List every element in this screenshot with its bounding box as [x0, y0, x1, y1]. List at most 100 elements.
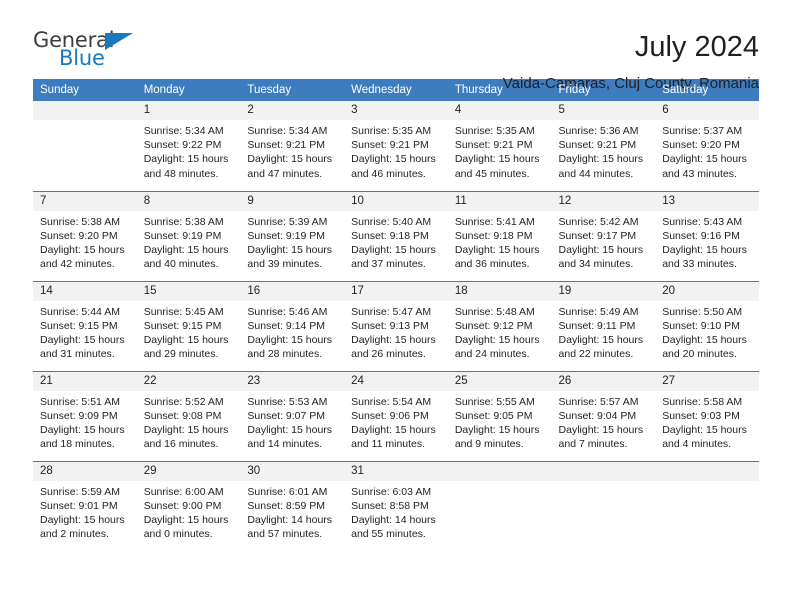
sunrise-text: Sunrise: 5:51 AM [40, 395, 120, 408]
calendar-day-cell[interactable]: 26 Sunrise: 5:57 AM Sunset: 9:04 PM Dayligh… [551, 370, 656, 461]
sunset-text: Sunset: 9:15 PM [143, 319, 222, 332]
day-number: 12 [551, 191, 656, 211]
calendar-day-cell[interactable]: 12 Sunrise: 5:42 AM Sunset: 9:17 PM Dayligh… [551, 190, 656, 281]
day-number: 31 [344, 461, 448, 481]
location-subtitle: Vaida-Camaras, Cluj County, Romania [502, 75, 759, 92]
daylight-text-line1: Daylight: 15 hours [662, 153, 747, 166]
day-number: 19 [551, 281, 656, 301]
daylight-text-line2: and 14 minutes. [247, 438, 323, 451]
sunrise-text: Sunrise: 5:52 AM [143, 395, 224, 408]
daylight-text-line1: Daylight: 14 hours [247, 513, 333, 526]
calendar-day-cell[interactable]: 20 Sunrise: 5:50 AM Sunset: 9:10 PM Dayligh… [655, 280, 759, 371]
sunrise-text: Sunrise: 5:53 AM [247, 395, 328, 408]
sunset-text: Sunset: 9:08 PM [143, 409, 222, 422]
calendar-day-cell[interactable]: 16 Sunrise: 5:46 AM Sunset: 9:14 PM Dayligh… [240, 280, 345, 371]
calendar-day-cell[interactable]: 7 Sunrise: 5:38 AM Sunset: 9:20 PM Daylight… [33, 190, 137, 281]
calendar-day-cell[interactable]: 9 Sunrise: 5:39 AM Sunset: 9:19 PM Daylight… [240, 190, 345, 281]
calendar-day-cell[interactable]: 3 Sunrise: 5:35 AM Sunset: 9:21 PM Daylight… [344, 101, 448, 191]
day-details: Sunrise: 5:37 AM Sunset: 9:20 PM Daylight:… [655, 120, 759, 181]
sunset-text: Sunset: 9:20 PM [662, 139, 740, 152]
daylight-text-line2: and 40 minutes. [143, 258, 219, 271]
calendar-day-cell[interactable]: 8 Sunrise: 5:38 AM Sunset: 9:19 PM Daylight… [136, 190, 241, 281]
calendar-day-cell[interactable]: 2 Sunrise: 5:34 AM Sunset: 9:21 PM Daylight… [240, 101, 345, 191]
daylight-text-line2: and 55 minutes. [351, 528, 426, 541]
calendar-day-cell[interactable]: 10 Sunrise: 5:40 AM Sunset: 9:18 PM Dayligh… [344, 190, 448, 281]
daylight-text-line1: Daylight: 15 hours [558, 423, 644, 436]
calendar-day-cell[interactable]: 11 Sunrise: 5:41 AM Sunset: 9:18 PM Dayligh… [447, 190, 552, 281]
sunset-text: Sunset: 9:21 PM [351, 139, 429, 152]
calendar-day-cell[interactable]: 21 Sunrise: 5:51 AM Sunset: 9:09 PM Dayligh… [33, 370, 137, 461]
calendar-day-cell[interactable]: 5 Sunrise: 5:36 AM Sunset: 9:21 PM Daylight… [551, 101, 656, 191]
day-number: 16 [240, 281, 345, 301]
calendar-week-row: 28 Sunrise: 5:59 AM Sunset: 9:01 PM Dayligh… [33, 460, 759, 551]
calendar-day-cell[interactable]: 6 Sunrise: 5:37 AM Sunset: 9:20 PM Daylight… [655, 101, 759, 191]
day-number: 6 [655, 101, 759, 120]
calendar-day-cell[interactable]: 18 Sunrise: 5:48 AM Sunset: 9:12 PM Dayligh… [447, 280, 552, 371]
calendar-day-cell[interactable]: 1 Sunrise: 5:34 AM Sunset: 9:22 PM Daylight… [136, 101, 241, 191]
sunrise-text: Sunrise: 5:35 AM [454, 125, 535, 137]
sunrise-sunset-calendar: Sunday Monday Tuesday Wednesday Thursday Frid… [33, 79, 759, 551]
calendar-day-cell[interactable]: 22 Sunrise: 5:52 AM Sunset: 9:08 PM Dayligh… [136, 370, 241, 461]
day-details: Sunrise: 5:54 AM Sunset: 9:06 PM Daylight:… [344, 391, 448, 452]
day-details: Sunrise: 5:50 AM Sunset: 9:10 PM Daylight:… [655, 301, 759, 362]
calendar-day-cell[interactable]: 30 Sunrise: 6:01 AM Sunset: 8:59 PM Dayligh… [240, 460, 345, 551]
day-number: 15 [136, 281, 241, 301]
sunset-text: Sunset: 9:18 PM [454, 229, 533, 242]
calendar-day-cell[interactable]: 23 Sunrise: 5:53 AM Sunset: 9:07 PM Dayligh… [240, 370, 345, 461]
calendar-day-cell-empty [551, 460, 656, 551]
daylight-text-line2: and 11 minutes. [351, 438, 426, 451]
calendar-day-cell[interactable]: 4 Sunrise: 5:35 AM Sunset: 9:21 PM Daylight… [447, 101, 552, 191]
calendar-day-cell[interactable]: 29 Sunrise: 6:00 AM Sunset: 9:00 PM Dayligh… [136, 460, 241, 551]
sunrise-text: Sunrise: 5:37 AM [662, 125, 743, 137]
day-details: Sunrise: 6:03 AM Sunset: 8:58 PM Daylight:… [344, 481, 448, 542]
daylight-text-line1: Daylight: 15 hours [662, 333, 747, 346]
sunset-text: Sunset: 9:03 PM [662, 409, 740, 422]
daylight-text-line2: and 42 minutes. [40, 258, 115, 271]
daylight-text-line1: Daylight: 15 hours [558, 333, 644, 346]
calendar-day-cell[interactable]: 28 Sunrise: 5:59 AM Sunset: 9:01 PM Dayligh… [33, 460, 137, 551]
day-number: 28 [33, 461, 137, 481]
day-number: 18 [447, 281, 552, 301]
day-number: 8 [136, 191, 241, 211]
weekday-header-sunday: Sunday [33, 79, 137, 101]
page-title: July 2024 [634, 31, 759, 63]
daylight-text-line2: and 48 minutes. [143, 167, 219, 180]
day-details: Sunrise: 5:35 AM Sunset: 9:21 PM Daylight:… [344, 120, 448, 181]
calendar-week-row: 1 Sunrise: 5:34 AM Sunset: 9:22 PM Daylight… [33, 101, 759, 191]
calendar-day-cell[interactable]: 17 Sunrise: 5:47 AM Sunset: 9:13 PM Dayligh… [344, 280, 448, 371]
calendar-day-cell[interactable]: 24 Sunrise: 5:54 AM Sunset: 9:06 PM Dayligh… [344, 370, 448, 461]
day-details: Sunrise: 5:46 AM Sunset: 9:14 PM Daylight:… [240, 301, 344, 362]
sunrise-text: Sunrise: 5:55 AM [454, 395, 535, 408]
calendar-day-cell[interactable]: 15 Sunrise: 5:45 AM Sunset: 9:15 PM Dayligh… [136, 280, 241, 371]
calendar-day-cell[interactable]: 27 Sunrise: 5:58 AM Sunset: 9:03 PM Dayligh… [655, 370, 759, 461]
daylight-text-line2: and 33 minutes. [662, 258, 737, 271]
general-blue-logo[interactable]: General Blue [33, 30, 143, 78]
sunset-text: Sunset: 9:07 PM [247, 409, 326, 422]
sunset-text: Sunset: 9:06 PM [351, 409, 429, 422]
day-details: Sunrise: 5:43 AM Sunset: 9:16 PM Daylight:… [655, 211, 759, 272]
calendar-day-cell[interactable]: 19 Sunrise: 5:49 AM Sunset: 9:11 PM Dayligh… [551, 280, 656, 371]
calendar-page: General Blue July 2024 Vaida-Camaras, Cl… [0, 0, 792, 612]
daylight-text-line1: Daylight: 15 hours [558, 243, 644, 256]
daylight-text-line1: Daylight: 15 hours [454, 423, 540, 436]
sunrise-text: Sunrise: 5:49 AM [558, 305, 639, 318]
calendar-day-cell[interactable]: 31 Sunrise: 6:03 AM Sunset: 8:58 PM Dayligh… [344, 460, 448, 551]
daylight-text-line1: Daylight: 15 hours [454, 333, 540, 346]
daylight-text-line1: Daylight: 15 hours [454, 243, 540, 256]
calendar-day-cell-empty [33, 101, 137, 191]
sunrise-text: Sunrise: 5:43 AM [662, 215, 743, 228]
triangle-flag-icon [105, 33, 133, 50]
sunset-text: Sunset: 9:09 PM [40, 409, 118, 422]
daylight-text-line2: and 31 minutes. [40, 348, 115, 361]
sunrise-text: Sunrise: 5:34 AM [247, 125, 328, 137]
calendar-day-cell[interactable]: 13 Sunrise: 5:43 AM Sunset: 9:16 PM Dayligh… [655, 190, 759, 281]
daylight-text-line1: Daylight: 15 hours [143, 513, 229, 526]
day-details: Sunrise: 5:34 AM Sunset: 9:22 PM Daylight:… [137, 120, 241, 181]
day-number: 17 [344, 281, 448, 301]
sunset-text: Sunset: 9:17 PM [558, 229, 637, 242]
calendar-day-cell[interactable]: 14 Sunrise: 5:44 AM Sunset: 9:15 PM Dayligh… [33, 280, 137, 371]
daylight-text-line2: and 0 minutes. [143, 528, 213, 541]
sunrise-text: Sunrise: 5:42 AM [558, 215, 639, 228]
sunset-text: Sunset: 9:05 PM [454, 409, 533, 422]
calendar-day-cell[interactable]: 25 Sunrise: 5:55 AM Sunset: 9:05 PM Dayligh… [447, 370, 552, 461]
